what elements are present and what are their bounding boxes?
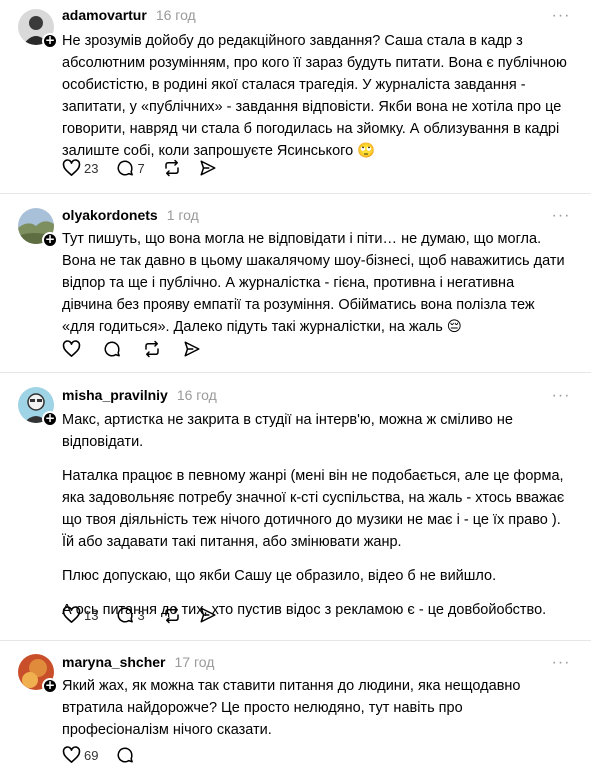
comment-icon	[117, 607, 134, 623]
like-button[interactable]	[62, 339, 81, 359]
comment-icon	[117, 160, 134, 176]
avatar[interactable]: +	[18, 208, 58, 248]
repost-button[interactable]	[163, 605, 181, 625]
follow-add-icon[interactable]: +	[42, 33, 58, 49]
reply-button[interactable]: 7	[116, 158, 145, 178]
post-text: Макс, артистка не закрита в студії на ін…	[62, 409, 568, 621]
reply-count: 3	[137, 607, 145, 623]
heart-icon	[62, 606, 81, 623]
heart-icon	[62, 340, 81, 357]
share-button[interactable]	[199, 605, 217, 625]
post-text: Тут пишуть, що вона могла не відповідати…	[62, 228, 568, 338]
post-paragraph: Який жах, як можна так ставити питання д…	[62, 678, 521, 738]
follow-add-icon[interactable]: +	[42, 232, 58, 248]
send-icon	[184, 341, 200, 357]
avatar[interactable]: +	[18, 387, 58, 427]
action-bar	[62, 339, 219, 359]
repost-icon	[164, 159, 179, 177]
post-misha_pravilniy: + misha_pravilniy 16 год ··· Макс, артис…	[0, 380, 591, 635]
post-paragraph: Макс, артистка не закрита в студії на ін…	[62, 412, 513, 450]
like-count: 13	[84, 607, 99, 623]
divider	[0, 640, 591, 641]
username[interactable]: misha_pravilniy	[62, 387, 168, 403]
action-bar: 23 7	[62, 158, 235, 178]
divider	[0, 193, 591, 194]
post-olyakordonets: + olyakordonets 1 год ··· Тут пишуть, що…	[0, 200, 591, 360]
repost-icon	[145, 340, 159, 358]
like-button[interactable]: 13	[62, 605, 98, 625]
post-paragraph: Плюс допускаю, що якби Сашу це образило,…	[62, 568, 497, 584]
reply-button[interactable]	[103, 339, 121, 359]
reply-button[interactable]: 3	[116, 605, 145, 625]
repost-icon	[164, 606, 179, 624]
like-count: 23	[84, 160, 99, 176]
send-icon	[200, 160, 216, 176]
like-button[interactable]: 23	[62, 158, 98, 178]
follow-add-icon[interactable]: +	[42, 411, 58, 427]
follow-add-icon[interactable]: +	[42, 678, 58, 694]
action-bar: 69	[62, 745, 152, 765]
post-maryna_shcher: + maryna_shcher 17 год ··· Який жах, як …	[0, 647, 591, 775]
reply-button[interactable]	[116, 745, 134, 765]
repost-button[interactable]	[163, 158, 181, 178]
more-options-icon[interactable]: ···	[549, 388, 573, 409]
avatar[interactable]: +	[18, 654, 58, 694]
share-button[interactable]	[199, 158, 217, 178]
post-text: Не зрозумів дойобу до редакційного завда…	[62, 30, 568, 162]
username[interactable]: adamovartur	[62, 7, 147, 23]
more-options-icon[interactable]: ···	[549, 655, 573, 676]
comment-icon	[104, 341, 120, 357]
send-icon	[200, 607, 216, 623]
timestamp[interactable]: 17 год	[175, 654, 215, 670]
post-text: Який жах, як можна так ставити питання д…	[62, 675, 568, 741]
like-button[interactable]: 69	[62, 745, 98, 765]
post-adamovartur: + adamovartur 16 год ··· Не зрозумів дой…	[0, 0, 591, 190]
post-paragraph: Тут пишуть, що вона могла не відповідати…	[62, 231, 565, 335]
action-bar: 13 3	[62, 605, 235, 625]
heart-icon	[62, 159, 81, 176]
username[interactable]: maryna_shcher	[62, 654, 166, 670]
timestamp[interactable]: 16 год	[177, 387, 217, 403]
share-button[interactable]	[183, 339, 201, 359]
reply-count: 7	[137, 160, 145, 176]
repost-button[interactable]	[143, 339, 161, 359]
post-paragraph: Наталка працює в певному жанрі (мені він…	[62, 468, 565, 550]
avatar[interactable]: +	[18, 9, 58, 49]
username[interactable]: olyakordonets	[62, 207, 158, 223]
comment-icon	[117, 747, 134, 763]
more-options-icon[interactable]: ···	[549, 208, 573, 229]
timestamp[interactable]: 16 год	[156, 7, 196, 23]
heart-icon	[62, 746, 81, 763]
like-count: 69	[84, 747, 99, 763]
divider	[0, 372, 591, 373]
timestamp[interactable]: 1 год	[167, 207, 199, 223]
post-paragraph: Не зрозумів дойобу до редакційного завда…	[62, 33, 567, 159]
more-options-icon[interactable]: ···	[549, 8, 573, 29]
